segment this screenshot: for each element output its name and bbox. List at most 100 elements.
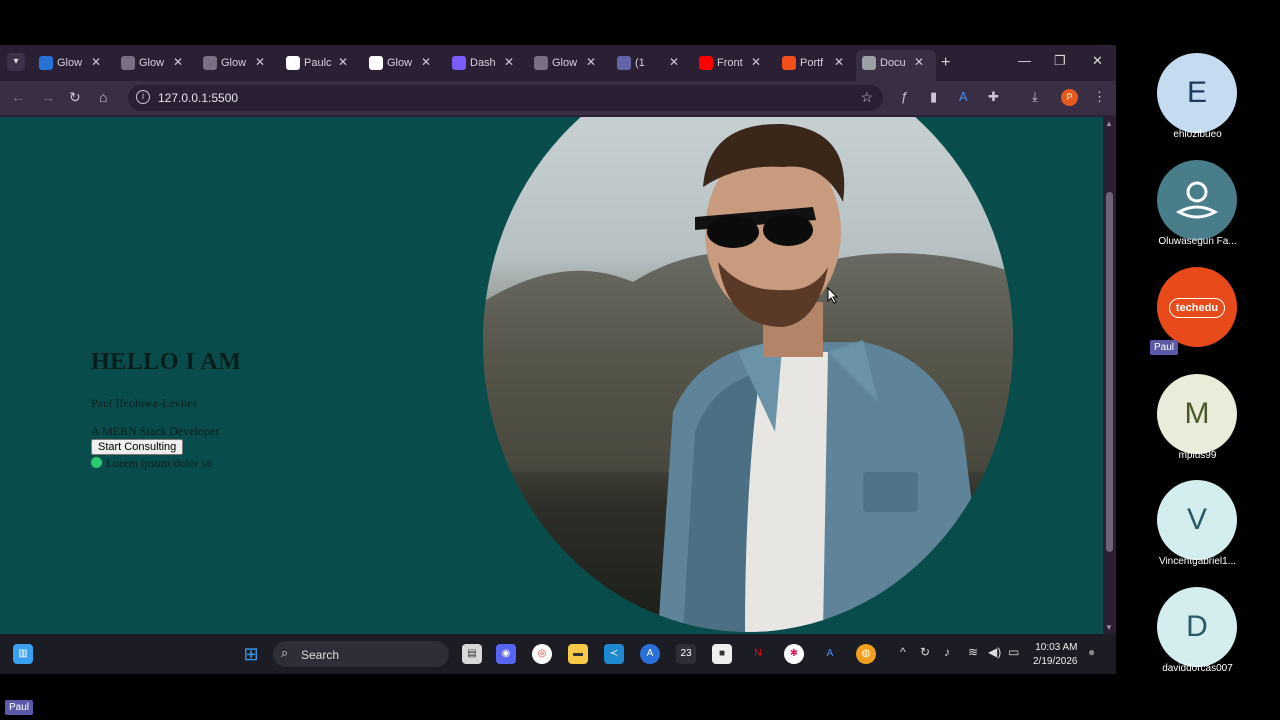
tray-overflow-icon[interactable]: ^: [900, 645, 906, 659]
scroll-down-arrow[interactable]: ▼: [1105, 623, 1113, 632]
clock-time: 10:03 AM: [1035, 642, 1078, 653]
participant-avatar[interactable]: M: [1157, 374, 1237, 454]
profile-avatar[interactable]: P: [1061, 89, 1078, 106]
site-info-icon[interactable]: i: [136, 90, 150, 104]
close-tab-icon[interactable]: ✕: [421, 55, 431, 69]
availability-status: Lorem ipsum dolor sit: [91, 456, 213, 471]
puzzle-extensions-icon[interactable]: ✚: [988, 89, 999, 105]
participant-avatar[interactable]: [1157, 160, 1237, 240]
heart-icon: [121, 56, 135, 70]
url-text: 127.0.0.1:5500: [158, 91, 239, 105]
forward-button[interactable]: →: [41, 89, 55, 105]
box-app-icon[interactable]: ■: [712, 644, 732, 664]
netflix-icon[interactable]: N: [748, 644, 768, 664]
reload-button[interactable]: ↻: [69, 89, 81, 106]
browser-window: ▾ Glow ✕ Glow ✕ Glow ✕ Paulc ✕ Glow ✕ Dash ✕ Glow ✕ (1…: [0, 45, 1116, 634]
home-button[interactable]: ⌂: [99, 89, 107, 105]
address-bar[interactable]: i 127.0.0.1:5500 ☆: [128, 85, 883, 111]
browser-tab[interactable]: Portf ✕: [776, 50, 856, 77]
meet-app-icon[interactable]: ◉: [496, 644, 516, 664]
tab-search-button[interactable]: ▾: [7, 53, 25, 71]
slack-icon[interactable]: ✱: [784, 644, 804, 664]
new-tab-button[interactable]: +: [941, 54, 950, 72]
minimize-button[interactable]: —: [1018, 53, 1031, 68]
notification-icon[interactable]: ●: [1088, 645, 1095, 659]
file-explorer-icon[interactable]: ▬: [568, 644, 588, 664]
volume-icon[interactable]: ◀): [988, 645, 1001, 659]
fx-extension-icon[interactable]: ƒ: [901, 89, 908, 104]
teams-icon: [617, 56, 631, 70]
browser-tab[interactable]: Front ✕: [693, 50, 773, 77]
close-tab-icon[interactable]: ✕: [751, 55, 761, 69]
close-tab-icon[interactable]: ✕: [586, 55, 596, 69]
browser-tab[interactable]: (1 ✕: [611, 50, 691, 77]
tab-label: Docu: [880, 57, 906, 69]
scroll-thumb[interactable]: [1106, 192, 1113, 552]
speaker-name-tag: Paul: [1150, 340, 1179, 355]
browser-app-icon[interactable]: ◍: [856, 644, 876, 664]
close-window-button[interactable]: ✕: [1092, 53, 1103, 69]
browser-tab[interactable]: Docu ✕: [856, 50, 936, 81]
tab-strip: ▾ Glow ✕ Glow ✕ Glow ✕ Paulc ✕ Glow ✕ Dash ✕ Glow ✕ (1…: [0, 45, 1116, 81]
participant-avatar[interactable]: E: [1157, 53, 1237, 133]
dash-icon: [452, 56, 466, 70]
clipboard-extension-icon[interactable]: ▮: [930, 89, 937, 105]
participant-initial: V: [1186, 503, 1207, 536]
taskbar-search-label: Search: [301, 648, 340, 662]
azure-icon[interactable]: A: [820, 644, 840, 664]
close-tab-icon[interactable]: ✕: [173, 55, 183, 69]
browser-tab[interactable]: Glow ✕: [33, 50, 113, 77]
github-icon: [286, 56, 300, 70]
restore-button[interactable]: ❐: [1054, 53, 1066, 69]
task-view-icon[interactable]: ▤: [462, 644, 482, 664]
close-tab-icon[interactable]: ✕: [338, 55, 348, 69]
battery-icon[interactable]: ▭: [1008, 645, 1019, 659]
close-tab-icon[interactable]: ✕: [91, 55, 101, 69]
wifi-icon[interactable]: ≋: [968, 645, 978, 659]
tab-label: (1: [635, 57, 645, 69]
browser-tab[interactable]: Dash ✕: [446, 50, 526, 77]
back-button[interactable]: ←: [11, 89, 25, 105]
participant-avatar[interactable]: techedu: [1157, 267, 1237, 347]
close-tab-icon[interactable]: ✕: [834, 55, 844, 69]
bookmark-star-icon[interactable]: ☆: [860, 89, 873, 106]
participant-avatar[interactable]: V: [1157, 480, 1237, 560]
browser-tab[interactable]: Glow ✕: [528, 50, 608, 77]
mic-tray-icon[interactable]: ♪: [944, 645, 950, 659]
heart-icon: [203, 56, 217, 70]
tab-label: Front: [717, 57, 743, 69]
menu-kebab-icon[interactable]: ⋮: [1093, 89, 1106, 105]
figma-icon: [782, 56, 796, 70]
close-tab-icon[interactable]: ✕: [504, 55, 514, 69]
participant-initial: M: [1184, 397, 1210, 430]
chrome-icon[interactable]: ◎: [532, 644, 552, 664]
page-scrollbar[interactable]: ▲ ▼: [1103, 117, 1116, 634]
app-store-icon[interactable]: A: [640, 644, 660, 664]
vscode-icon[interactable]: ≺: [604, 644, 624, 664]
participant-avatar[interactable]: D: [1157, 587, 1237, 667]
browser-tab[interactable]: Paulc ✕: [280, 50, 360, 77]
close-tab-icon[interactable]: ✕: [669, 55, 679, 69]
youtube-icon: [699, 56, 713, 70]
taskbar-search[interactable]: ⌕ Search: [273, 641, 449, 667]
browser-tab[interactable]: Glow ✕: [115, 50, 195, 77]
download-icon[interactable]: ⤓: [1032, 89, 1038, 105]
translate-extension-icon[interactable]: A: [959, 89, 968, 104]
close-tab-icon[interactable]: ✕: [255, 55, 265, 69]
start-consulting-button[interactable]: Start Consulting: [91, 439, 184, 455]
start-menu-icon[interactable]: ⊞: [241, 644, 261, 664]
page-viewport: HELLO I AM Paul Ifeoluwa-Levites A MERN …: [0, 117, 1103, 634]
sync-tray-icon[interactable]: ↻: [920, 645, 930, 659]
tab-label: Glow: [552, 57, 578, 69]
calendar-badge-icon[interactable]: 23: [676, 644, 696, 664]
browser-tab[interactable]: Glow ✕: [363, 50, 443, 77]
close-tab-icon[interactable]: ✕: [914, 55, 924, 69]
browser-tab[interactable]: Glow ✕: [197, 50, 277, 77]
hero-title: HELLO I AM: [91, 349, 242, 375]
profile-portrait-image: [483, 117, 1013, 632]
scroll-up-arrow[interactable]: ▲: [1105, 119, 1113, 128]
widgets-icon[interactable]: ▥: [13, 644, 33, 664]
system-clock[interactable]: 10:03 AM 2/19/2026: [1033, 641, 1078, 669]
trello-icon: [39, 56, 53, 70]
participant-name: ehiozibueo: [1173, 129, 1222, 140]
